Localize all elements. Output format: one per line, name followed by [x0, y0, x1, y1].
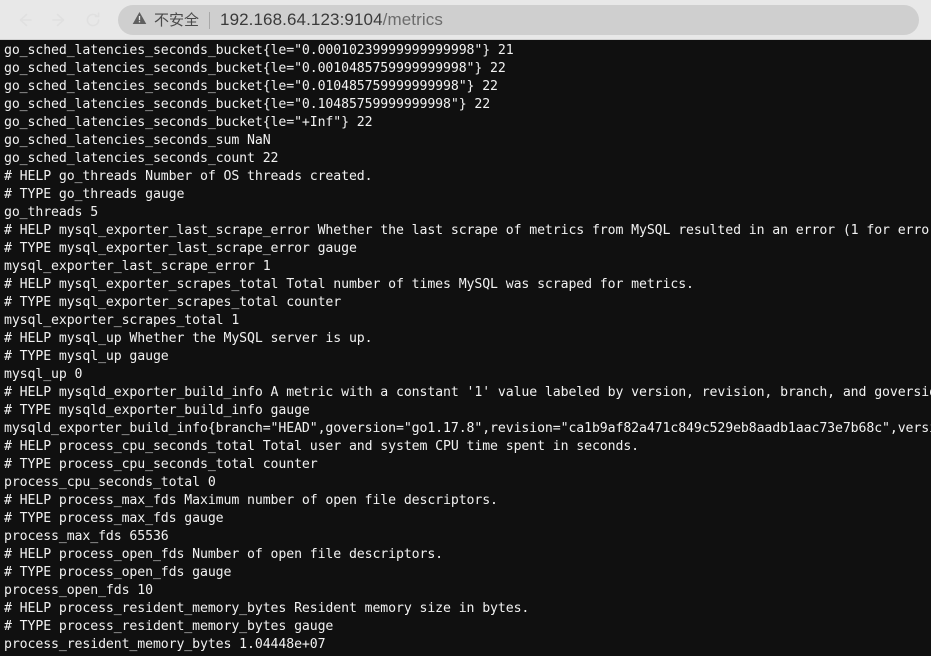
browser-toolbar: 不安全 192.168.64.123:9104/metrics [0, 0, 931, 40]
forward-button[interactable] [42, 3, 76, 37]
arrow-left-icon [15, 10, 35, 30]
page-viewport: go_sched_latencies_seconds_bucket{le="0.… [0, 40, 931, 656]
metrics-plaintext: go_sched_latencies_seconds_bucket{le="0.… [4, 43, 931, 652]
omnibox-divider [209, 11, 211, 29]
back-button[interactable] [8, 3, 42, 37]
warning-triangle-icon [132, 11, 147, 30]
url-display[interactable]: 192.168.64.123:9104/metrics [220, 10, 443, 30]
security-label: 不安全 [154, 11, 200, 29]
address-bar[interactable]: 不安全 192.168.64.123:9104/metrics [118, 5, 919, 35]
url-host: 192.168.64.123:9104 [220, 10, 383, 29]
url-path: /metrics [382, 10, 443, 29]
reload-button[interactable] [76, 3, 110, 37]
arrow-right-icon [49, 10, 69, 30]
security-status[interactable]: 不安全 [132, 11, 199, 30]
reload-icon [83, 10, 103, 30]
